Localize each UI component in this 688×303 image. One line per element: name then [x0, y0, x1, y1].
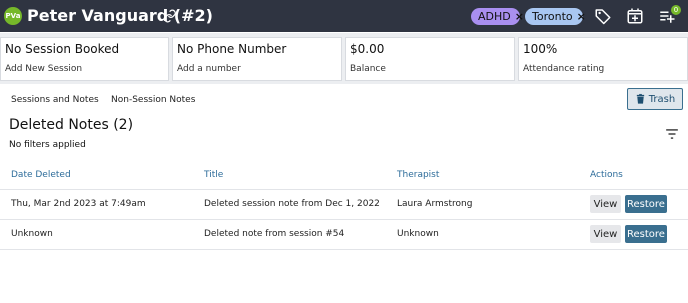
remove-tag-icon[interactable]: × [577, 10, 586, 23]
tab-non-session-notes[interactable]: Non-Session Notes [111, 95, 195, 105]
cell-therapist: Unknown [397, 229, 439, 239]
trash-button[interactable]: Trash [627, 88, 683, 110]
client-avatar[interactable]: PVa [4, 7, 22, 25]
add-new-session-link[interactable]: Add New Session [5, 64, 82, 74]
tag-label: ADHD [478, 10, 511, 23]
restore-button[interactable]: Restore [625, 225, 667, 243]
row-divider [0, 189, 688, 190]
link-icon[interactable] [162, 9, 178, 23]
card-caption: Attendance rating [523, 64, 605, 74]
cell-therapist: Laura Armstrong [397, 199, 473, 209]
next-session-card[interactable]: No Session Booked Add New Session [0, 37, 169, 81]
page-title: Deleted Notes (2) [9, 117, 134, 133]
client-name-title: Peter Vanguard (#2) [27, 6, 213, 25]
column-header-title[interactable]: Title [204, 170, 223, 180]
restore-button[interactable]: Restore [625, 195, 667, 213]
tag-chip-toronto: Toronto × [525, 8, 586, 25]
card-value: No Phone Number [177, 42, 287, 56]
card-caption: Balance [350, 64, 386, 74]
calendar-add-icon[interactable] [626, 7, 644, 25]
view-button[interactable]: View [590, 225, 621, 243]
column-header-actions: Actions [590, 170, 623, 180]
filters-status: No filters applied [9, 140, 86, 150]
notification-badge: 0 [671, 5, 681, 15]
column-header-therapist[interactable]: Therapist [397, 170, 439, 180]
remove-tag-icon[interactable]: × [515, 10, 524, 23]
card-value: 100% [523, 42, 558, 56]
cell-date-deleted: Thu, Mar 2nd 2023 at 7:49am [11, 199, 146, 209]
column-header-date-deleted[interactable]: Date Deleted [11, 170, 71, 180]
cell-title: Deleted note from session #54 [204, 229, 345, 239]
cell-date-deleted: Unknown [11, 229, 53, 239]
attendance-card: 100% Attendance rating [518, 37, 688, 81]
card-value: $0.00 [350, 42, 385, 56]
phone-card[interactable]: No Phone Number Add a number [172, 37, 342, 81]
tag-icon[interactable] [594, 7, 612, 25]
trash-icon [636, 93, 644, 104]
row-divider [0, 249, 688, 250]
tag-label: Toronto [532, 10, 573, 23]
card-value: No Session Booked [5, 42, 120, 56]
tag-chip-adhd: ADHD × [471, 8, 524, 25]
filter-icon[interactable] [665, 128, 679, 140]
tab-sessions-and-notes[interactable]: Sessions and Notes [11, 95, 99, 105]
row-divider [0, 219, 688, 220]
view-button[interactable]: View [590, 195, 621, 213]
balance-card[interactable]: $0.00 Balance [345, 37, 515, 81]
add-number-link[interactable]: Add a number [177, 64, 241, 74]
cell-title: Deleted session note from Dec 1, 2022 [204, 199, 380, 209]
client-header: PVa Peter Vanguard (#2) ADHD × Toronto ×… [0, 0, 688, 32]
trash-button-label: Trash [648, 93, 676, 105]
